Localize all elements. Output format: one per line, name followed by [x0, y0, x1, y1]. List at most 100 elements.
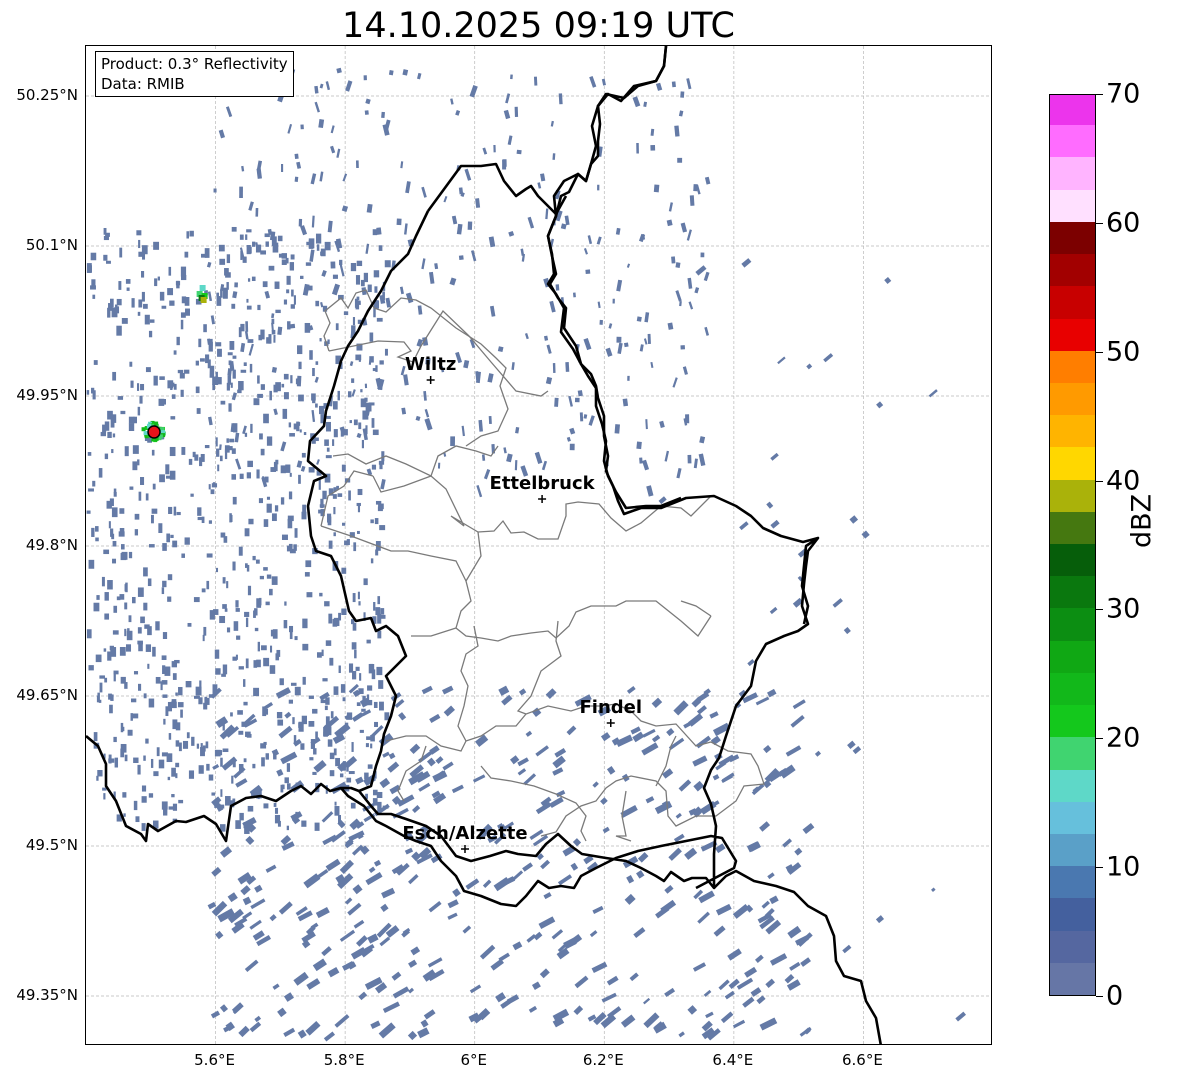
echo-cell [517, 757, 529, 767]
echo-cell [687, 454, 692, 464]
echo-cell [682, 366, 688, 375]
echo-cell [343, 311, 349, 316]
echo-cell [321, 946, 332, 957]
echo-cell [180, 389, 184, 397]
echo-cell [255, 559, 260, 564]
echo-cell [288, 699, 294, 704]
latitude-tick: 49.5°N [25, 836, 78, 854]
echo-cell [159, 474, 165, 483]
colorbar-tick-mark [1096, 480, 1103, 482]
echo-cell [147, 578, 152, 587]
echo-cell [693, 458, 698, 469]
echo-cell [101, 576, 105, 587]
echo-cell [263, 413, 269, 424]
echo-cell [325, 455, 332, 459]
radar-map[interactable]: Wiltz Ettelbruck Findel Esch/Alzette [85, 45, 992, 1045]
echo-cell [171, 699, 177, 703]
echo-cell [668, 847, 682, 861]
echo-cell [679, 300, 682, 307]
echo-cell [675, 262, 681, 268]
echo-cell [849, 515, 859, 524]
echo-cell [792, 699, 806, 710]
echo-cell [316, 244, 320, 251]
echo-cell [238, 730, 244, 735]
echo-cell [356, 502, 361, 507]
echo-cell [182, 740, 189, 749]
echo-cell [95, 654, 102, 663]
echo-cell [437, 462, 441, 469]
echo-cell [645, 419, 648, 430]
echo-cell [374, 286, 378, 293]
echo-cell [119, 528, 125, 536]
echo-cell [137, 406, 141, 416]
echo-cell [116, 298, 122, 306]
echo-cell [280, 497, 285, 505]
echo-cell [273, 408, 278, 416]
canton-boundaries [320, 289, 765, 842]
echo-cell [272, 242, 279, 253]
echo-cell [269, 914, 277, 922]
echo-cell [356, 935, 368, 947]
echo-cell [323, 1031, 336, 1042]
echo-cell [181, 446, 186, 455]
echo-cell [381, 111, 385, 119]
echo-cell [217, 348, 222, 357]
echo-cell [339, 859, 354, 874]
colorbar-tick-label: 10 [1106, 851, 1141, 883]
echo-cell [306, 241, 310, 246]
echo-cell [242, 896, 252, 906]
echo-cell [272, 983, 280, 990]
echo-cell [543, 892, 552, 900]
echo-cell [659, 420, 665, 428]
echo-cell [333, 506, 336, 515]
echo-cell [644, 312, 650, 323]
echo-cell [141, 427, 146, 432]
colorbar-segment [1050, 897, 1095, 931]
echo-cell [769, 606, 778, 615]
echo-cell [249, 919, 262, 930]
radar-site-marker[interactable] [147, 425, 161, 439]
longitude-tick: 5.8°E [323, 1051, 365, 1069]
echo-cell [361, 708, 366, 712]
echo-cell [242, 911, 253, 920]
echo-cell [358, 354, 361, 362]
echo-cell [214, 749, 221, 757]
echo-cell [355, 776, 364, 785]
echo-cell [408, 874, 419, 885]
echo-cell [115, 306, 120, 314]
echo-cell [122, 792, 127, 798]
echo-cell [252, 763, 256, 769]
echo-cell [366, 203, 373, 213]
echo-cell [110, 694, 114, 701]
echo-cell [410, 946, 421, 956]
echo-cell [642, 459, 650, 471]
echo-cell [458, 255, 464, 261]
echo-cell [351, 378, 355, 383]
echo-cell [675, 290, 682, 302]
echo-cell [275, 309, 281, 314]
colorbar-tick-label: 60 [1106, 207, 1141, 239]
echo-cell [800, 957, 811, 967]
echo-cell [113, 736, 117, 743]
colorbar-segment [1050, 189, 1095, 222]
echo-cell [300, 225, 308, 236]
echo-cell [173, 383, 177, 390]
echo-cell [763, 744, 772, 754]
echo-cell [247, 805, 254, 812]
longitude-tick: 6.4°E [712, 1051, 754, 1069]
echo-cell [86, 510, 91, 514]
echo-cell [103, 235, 109, 241]
echo-cell [314, 376, 319, 383]
echo-cell [566, 436, 571, 442]
echo-cell [606, 766, 616, 775]
echo-cell [348, 771, 355, 775]
echo-cell [226, 627, 231, 633]
echo-cell [339, 264, 345, 277]
echo-cell [104, 613, 110, 620]
echo-cell [271, 748, 280, 757]
echo-cell [361, 439, 364, 449]
echo-cell [555, 284, 560, 291]
echo-cell [802, 822, 815, 834]
echo-cell [209, 365, 215, 378]
echo-cell [212, 384, 215, 391]
